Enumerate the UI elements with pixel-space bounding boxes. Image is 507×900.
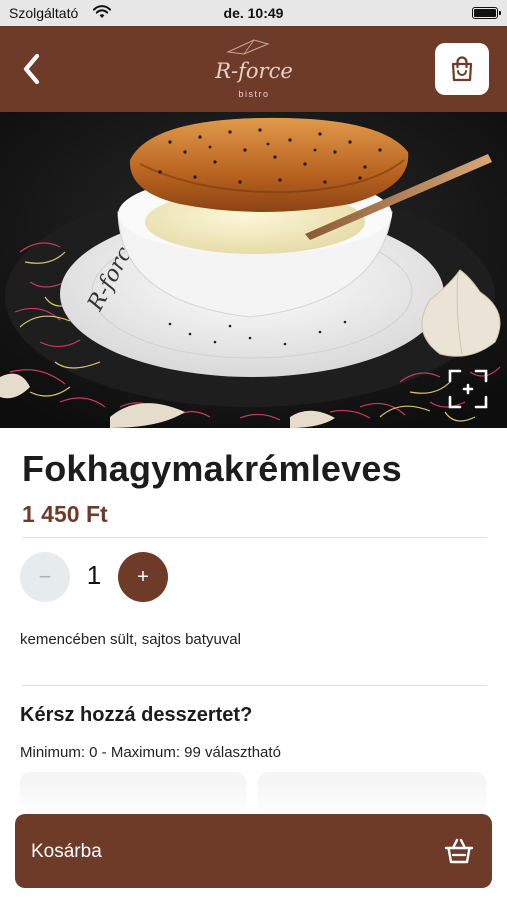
product-description: kemencében sült, sajtos batyuval: [20, 631, 241, 648]
add-to-cart-label: Kosárba: [31, 841, 102, 862]
expand-icon: [448, 369, 488, 409]
quantity-increase-button[interactable]: +: [118, 552, 168, 602]
divider: [22, 685, 487, 686]
logo-wordmark: R-force: [214, 59, 293, 83]
battery-icon: [472, 7, 501, 19]
quantity-decrease-button[interactable]: −: [20, 552, 70, 602]
brand-logo: R-force bistro: [214, 39, 293, 99]
divider: [22, 537, 487, 538]
add-to-cart-button[interactable]: Kosárba: [15, 814, 492, 888]
basket-icon: [444, 838, 474, 864]
product-image: R-force: [0, 112, 507, 428]
addon-group-title: Kérsz hozzá desszertet?: [20, 704, 253, 726]
status-bar: Szolgáltató de. 10:49: [0, 0, 507, 26]
chevron-left-icon: [23, 53, 40, 85]
logo-subtext: bistro: [238, 89, 269, 99]
back-button[interactable]: [14, 50, 50, 88]
product-name: Fokhagymakrémleves: [22, 448, 402, 489]
cart-button[interactable]: [435, 43, 489, 95]
product-price: 1 450 Ft: [22, 501, 108, 527]
quantity-value: 1: [86, 560, 102, 590]
clock-time: de. 10:49: [223, 5, 284, 21]
soup-photo: R-force: [0, 112, 507, 428]
app-header: R-force bistro: [0, 26, 507, 112]
addon-group-limits: Minimum: 0 - Maximum: 99 választható: [20, 744, 281, 761]
expand-image-button[interactable]: [447, 368, 489, 410]
shopping-bag-icon: [451, 56, 473, 82]
